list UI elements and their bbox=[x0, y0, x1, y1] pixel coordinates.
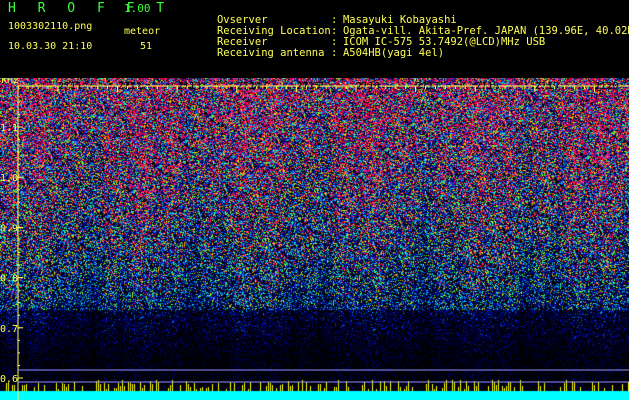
spectrogram-panel: kHz 1.1 1.0 0.9 0.8 0.7 0.6 2111 2112 2113 2114 211… bbox=[0, 78, 629, 400]
station-info: Ovserver: Masayuki Kobayashi Receiving Lo… bbox=[179, 4, 629, 59]
app-version: 1.00 bbox=[124, 2, 151, 15]
x-tick-label: 2119 bbox=[535, 81, 559, 92]
y-tick-label: 0.8 bbox=[0, 274, 18, 285]
meteor-label: meteor bbox=[124, 26, 161, 37]
y-tick-label: 1.1 bbox=[0, 123, 18, 134]
info-row-observer: Ovserver: Masayuki Kobayashi bbox=[179, 4, 629, 26]
x-tick-label: 2114 bbox=[237, 81, 261, 92]
image-filename: 1003302110.png bbox=[8, 21, 93, 32]
x-tick-label: 2115 bbox=[296, 81, 320, 92]
x-tick-label: 2113 bbox=[177, 81, 201, 92]
meteor-count: 51 bbox=[140, 41, 153, 52]
y-unit-label: kHz bbox=[1, 78, 19, 86]
x-tick-label: 2112 bbox=[118, 81, 142, 92]
y-tick-label: 0.9 bbox=[0, 223, 18, 234]
y-tick-label: 0.6 bbox=[0, 374, 18, 385]
x-tick-label: 2111 bbox=[58, 81, 82, 92]
capture-datetime: 10.03.30 21:10 bbox=[8, 41, 93, 52]
info-label: Receiving antenna bbox=[216, 47, 325, 59]
x-tick-label: 2117 bbox=[416, 81, 440, 92]
header-panel: H R O F F T 1.00 1003302110.png 10.03.30… bbox=[0, 0, 629, 78]
x-tick-label: 2120 bbox=[594, 81, 618, 92]
spectrogram-axes: kHz 1.1 1.0 0.9 0.8 0.7 0.6 2111 2112 2113 2114 211… bbox=[0, 78, 629, 400]
x-tick-label: 2116 bbox=[356, 81, 380, 92]
x-tick-label: 2118 bbox=[475, 81, 499, 92]
info-value: A504HB(yagi 4el) bbox=[342, 47, 445, 59]
info-separator: : bbox=[330, 47, 338, 59]
y-tick-label: 1.0 bbox=[0, 173, 18, 184]
y-tick-label: 0.7 bbox=[0, 324, 18, 335]
